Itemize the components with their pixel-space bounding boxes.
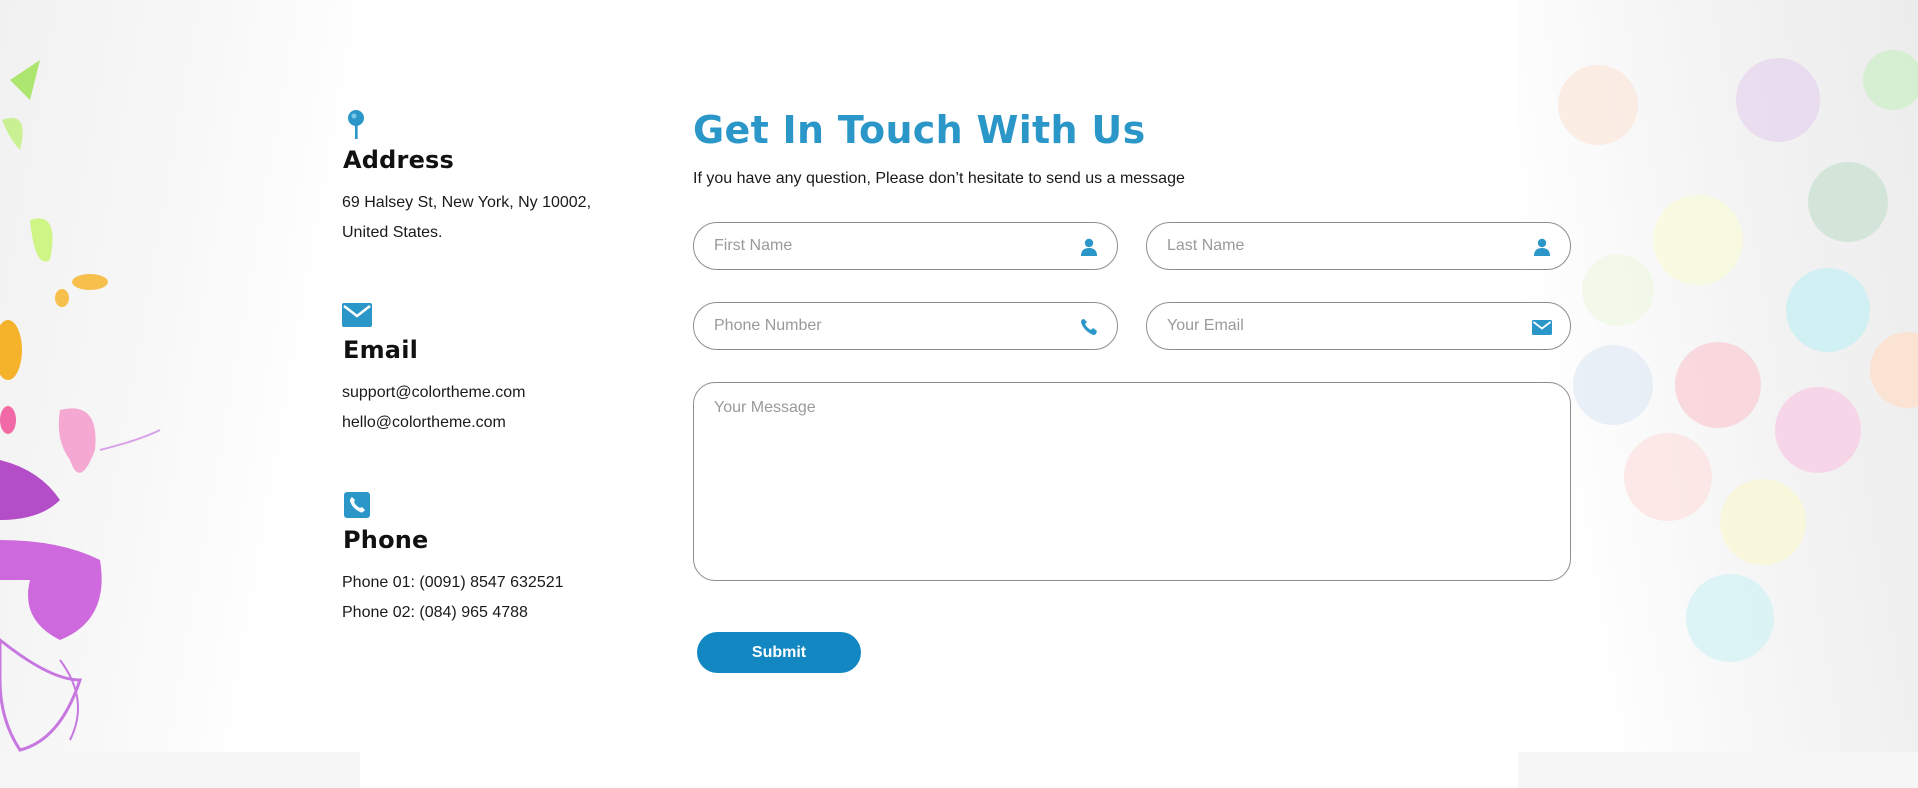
user-icon [1079, 237, 1099, 257]
phone-line-1: Phone 01: (0091) 8547 632521 [342, 574, 564, 591]
paint-splash-decoration [0, 60, 161, 752]
phone-block: Phone Phone 01: (0091) 8547 632521 Phone… [342, 490, 564, 628]
first-name-field[interactable] [693, 222, 1118, 270]
phone-line-2: Phone 02: (084) 965 4788 [342, 604, 528, 621]
address-title: Address [343, 146, 455, 174]
address-line-1: 69 Halsey St, New York, Ny 10002, [342, 194, 592, 211]
email-title: Email [343, 336, 419, 364]
address-block: Address 69 Halsey St, New York, Ny 10002… [342, 110, 591, 248]
envelope-icon [342, 300, 372, 330]
email-field[interactable] [1146, 302, 1571, 350]
form-subtitle: If you have any question, Please don’t h… [693, 170, 1185, 187]
message-textarea[interactable] [694, 383, 1570, 580]
bottom-band [0, 752, 1918, 788]
phone-title: Phone [343, 526, 429, 554]
last-name-field[interactable] [1146, 222, 1571, 270]
submit-button[interactable]: Submit [697, 632, 861, 673]
phone-number-input[interactable] [694, 303, 1117, 349]
contact-form-header: Get In Touch With Us If you have any que… [693, 108, 1573, 188]
email-line-2[interactable]: hello@colortheme.com [342, 408, 525, 438]
user-icon [1532, 237, 1552, 257]
form-title: Get In Touch With Us [693, 108, 1146, 152]
envelope-icon [1532, 317, 1552, 337]
email-block: Email support@colortheme.com hello@color… [342, 300, 525, 438]
map-pin-icon [342, 110, 372, 140]
phone-number-field[interactable] [693, 302, 1118, 350]
last-name-input[interactable] [1147, 223, 1570, 269]
phone-icon [342, 490, 372, 520]
phone-icon [1079, 317, 1099, 337]
confetti-dots-decoration [1558, 50, 1918, 662]
email-input[interactable] [1147, 303, 1570, 349]
address-line-2: United States. [342, 224, 443, 241]
first-name-input[interactable] [694, 223, 1117, 269]
message-field[interactable] [693, 382, 1571, 581]
email-line-1[interactable]: support@colortheme.com [342, 378, 525, 408]
